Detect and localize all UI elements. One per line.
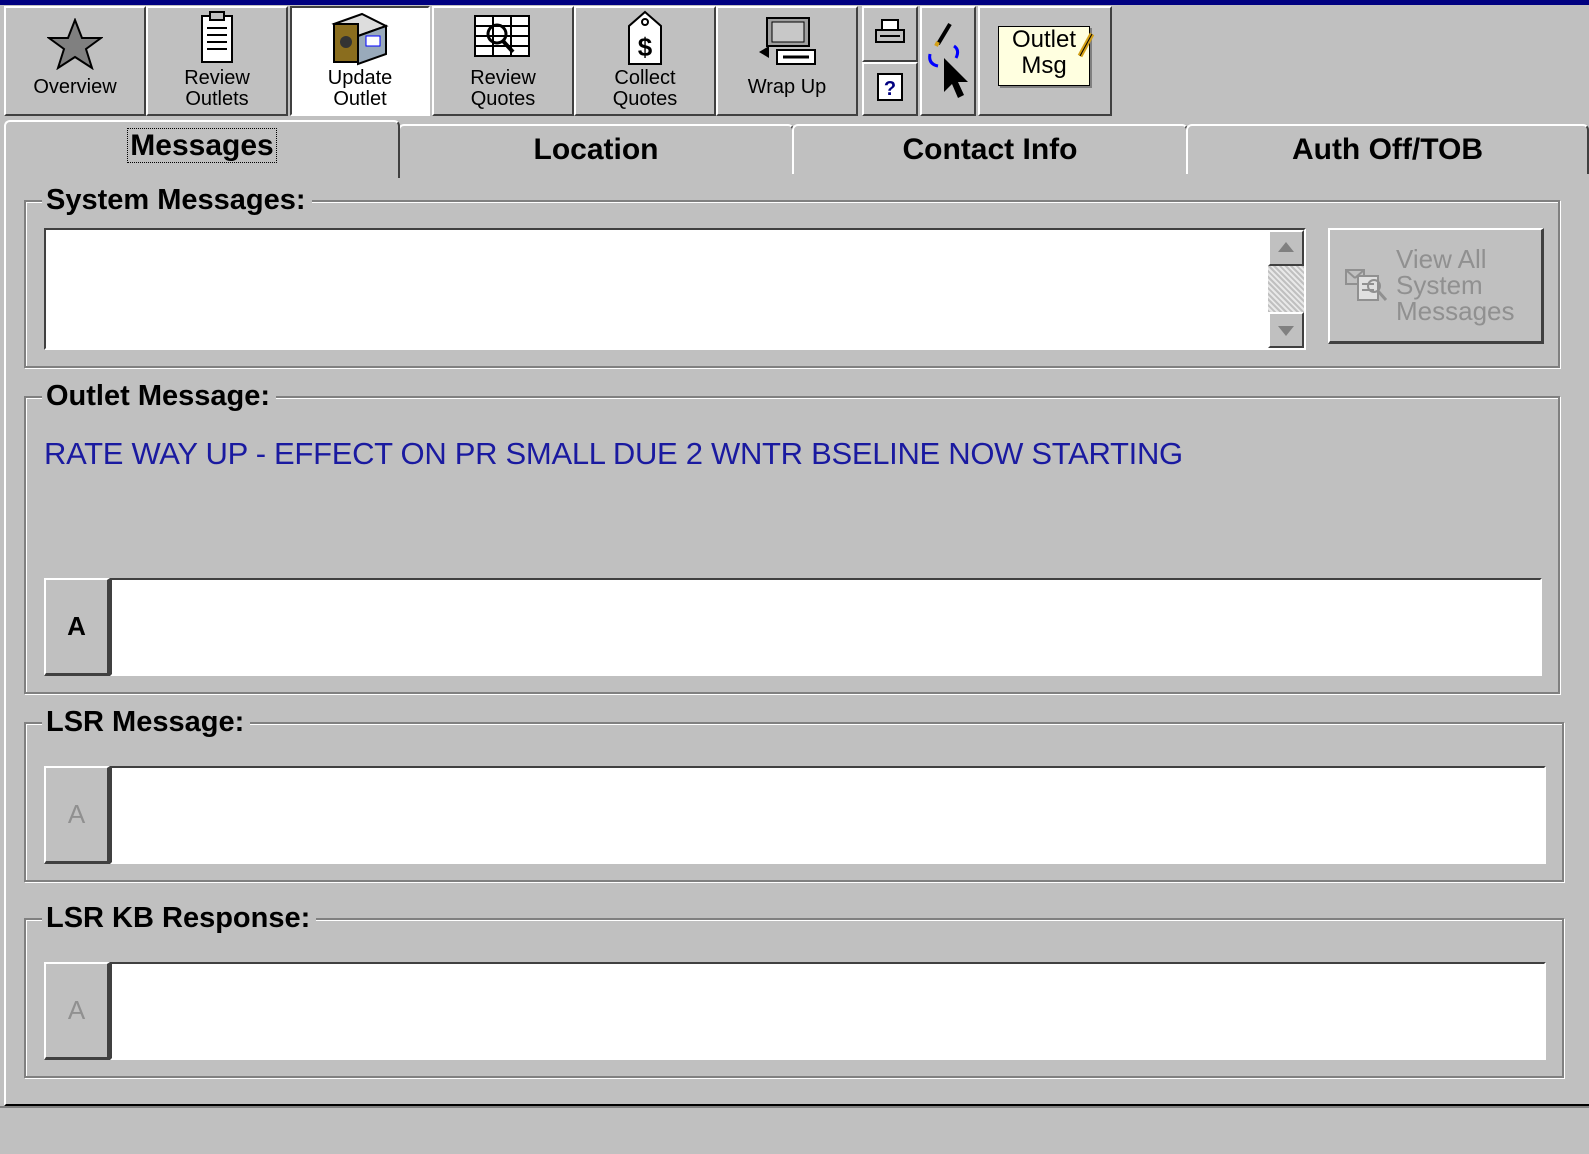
edit-select-button[interactable] (920, 6, 976, 116)
outlet-kiosk-icon (331, 12, 389, 66)
system-messages-legend: System Messages: (42, 183, 312, 217)
overview-button[interactable]: Overview (4, 6, 146, 116)
document-magnifier-icon (1345, 269, 1388, 301)
review-quotes-button[interactable]: Review Quotes (432, 6, 574, 116)
review-outlets-button[interactable]: Review Outlets (146, 6, 288, 116)
price-tag-icon: $ (628, 10, 662, 65)
update-outlet-button[interactable]: Update Outlet (290, 6, 430, 116)
collect-quotes-label: Collect Quotes (576, 68, 714, 110)
scroll-track[interactable] (1268, 266, 1304, 312)
collect-quotes-label-line2: Quotes (612, 88, 678, 110)
tab-messages-label: Messages (127, 128, 277, 163)
svg-text:$: $ (638, 32, 653, 62)
view-all-label-line2: System (1396, 270, 1483, 300)
outlet-message-a-button[interactable]: A (44, 578, 110, 676)
tab-auth-off-tob[interactable]: Auth Off/TOB (1186, 124, 1589, 176)
star-icon (47, 18, 103, 70)
overview-label: Overview (33, 76, 117, 98)
outlet-msg-label-line1: Outlet (1011, 26, 1077, 53)
update-outlet-label-line2: Outlet (333, 88, 387, 110)
scroll-down-button[interactable] (1268, 312, 1304, 348)
outlet-msg-label-line2: Msg (1021, 52, 1067, 79)
wrap-up-button[interactable]: Wrap Up (716, 6, 858, 116)
review-quotes-label-line1: Review (470, 67, 536, 89)
update-outlet-label-line1: Update (327, 67, 393, 89)
view-all-label-line3: Messages (1396, 296, 1515, 326)
view-all-label: View All System Messages (1396, 246, 1515, 324)
svg-text:?: ? (884, 78, 896, 100)
tab-contact-info[interactable]: Contact Info (792, 124, 1188, 176)
help-icon: ? (877, 73, 903, 101)
print-button[interactable] (862, 6, 918, 62)
pencil-pointer-icon (928, 22, 968, 98)
computer-transfer-icon (759, 17, 816, 65)
status-bar (0, 1106, 1589, 1154)
tab-contact-info-label: Contact Info (902, 133, 1078, 166)
view-all-label-line1: View All (1396, 244, 1487, 274)
spreadsheet-magnifier-icon (474, 15, 530, 57)
clipboard-icon (201, 11, 233, 63)
pencil-icon (1077, 32, 1095, 58)
collect-quotes-label-line1: Collect (614, 67, 676, 89)
lsr-kb-response-input[interactable] (110, 962, 1546, 1060)
update-outlet-label: Update Outlet (292, 68, 428, 110)
lsr-message-legend: LSR Message: (42, 705, 251, 739)
lsr-message-a-button[interactable]: A (44, 766, 110, 864)
review-outlets-label-line2: Outlets (185, 88, 249, 110)
help-button[interactable]: ? (862, 62, 918, 116)
outlet-msg-button[interactable]: Outlet Msg (978, 6, 1112, 116)
tab-messages[interactable]: Messages (4, 120, 400, 178)
tab-location-label: Location (533, 133, 659, 166)
outlet-message-legend: Outlet Message: (42, 379, 276, 413)
review-outlets-label: Review Outlets (148, 68, 286, 110)
lsr-message-input[interactable] (110, 766, 1546, 864)
scroll-up-button[interactable] (1268, 230, 1304, 266)
system-messages-list[interactable] (44, 228, 1306, 350)
review-outlets-label-line1: Review (184, 67, 250, 89)
arrow-up-icon (1278, 242, 1294, 252)
review-quotes-label-line2: Quotes (470, 88, 536, 110)
lsr-kb-response-a-button[interactable]: A (44, 962, 110, 1060)
printer-icon (875, 19, 905, 43)
review-quotes-label: Review Quotes (434, 68, 572, 110)
window-top-edge (0, 0, 1589, 5)
tab-location[interactable]: Location (398, 124, 794, 176)
wrap-up-label: Wrap Up (747, 76, 827, 98)
collect-quotes-button[interactable]: $ Collect Quotes (574, 6, 716, 116)
tab-auth-off-tob-label: Auth Off/TOB (1291, 133, 1484, 166)
outlet-message-text: RATE WAY UP - EFFECT ON PR SMALL DUE 2 W… (44, 436, 1183, 471)
outlet-message-input[interactable] (110, 578, 1542, 676)
arrow-down-icon (1278, 326, 1294, 336)
view-all-system-messages-button[interactable]: View All System Messages (1328, 228, 1544, 344)
lsr-kb-response-legend: LSR KB Response: (42, 901, 317, 935)
